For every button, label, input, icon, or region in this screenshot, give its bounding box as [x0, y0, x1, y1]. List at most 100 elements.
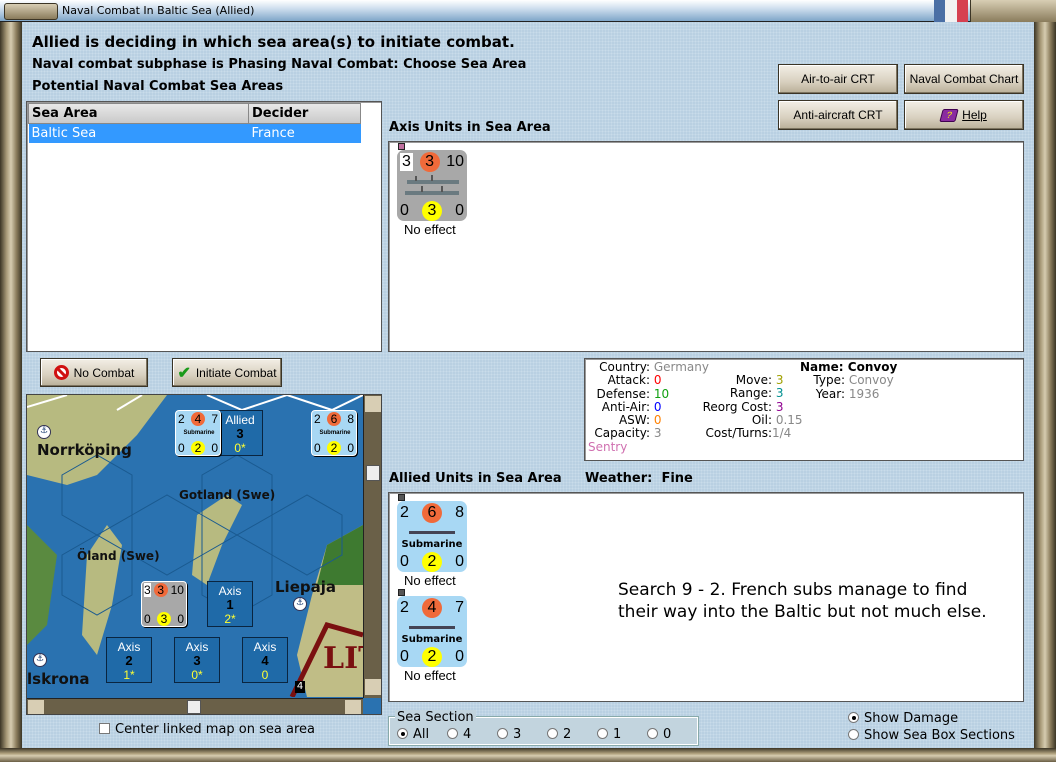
sea-section-radio-4[interactable]: 4 — [447, 727, 497, 742]
vertical-scroll-thumb[interactable] — [366, 465, 380, 481]
scroll-up-arrow-icon[interactable] — [365, 396, 381, 412]
sea-box-allied-3[interactable]: Allied 3 0* — [217, 410, 263, 456]
window-close-button[interactable] — [970, 0, 1056, 22]
show-damage-radio[interactable]: Show Damage — [848, 711, 958, 726]
sea-section-radio-1[interactable]: 1 — [597, 727, 647, 742]
window-frame-left — [0, 0, 22, 762]
info-year: 1936 — [848, 386, 880, 401]
sea-section-radio-0[interactable]: 0 — [647, 727, 697, 742]
title-bar[interactable]: Naval Combat In Baltic Sea (Allied) — [0, 0, 1056, 22]
allied-submarine-counter[interactable]: 247 Submarine 020 — [397, 596, 467, 667]
map-vertical-scrollbar[interactable] — [363, 395, 381, 698]
info-capacity: 3 — [653, 426, 662, 441]
window-frame-right — [1034, 0, 1056, 762]
info-attack: 0 — [653, 373, 662, 388]
axis-convoy-counter[interactable]: 3 3 10 030 — [397, 150, 467, 221]
air-to-air-crt-button[interactable]: Air-to-air CRT — [778, 64, 898, 94]
column-header-sea-area[interactable]: Sea Area — [28, 103, 249, 124]
map-submarine-counter[interactable]: 247 Submarine 020 — [175, 410, 221, 456]
scroll-right-arrow-icon[interactable] — [345, 700, 361, 714]
window-frame-bottom — [0, 748, 1056, 762]
checkbox-icon — [99, 723, 110, 734]
anti-aircraft-crt-button[interactable]: Anti-aircraft CRT — [778, 100, 898, 130]
port-anchor-icon: ⚓ — [33, 653, 47, 667]
submarine-icon — [409, 626, 455, 629]
map-label-gotland: Gotland (Swe) — [179, 488, 276, 502]
scroll-left-arrow-icon[interactable] — [28, 700, 44, 714]
combat-result: No effect — [404, 222, 456, 237]
no-combat-label: No Combat — [73, 365, 135, 380]
horizontal-scroll-thumb[interactable] — [187, 700, 201, 714]
table-row[interactable]: Baltic Sea France — [28, 123, 361, 143]
map-label-liepaja: Liepaja — [275, 578, 336, 596]
map-label-oland: Öland (Swe) — [77, 549, 160, 563]
center-map-checkbox[interactable]: Center linked map on sea area — [99, 722, 315, 737]
linked-map[interactable]: Norrköping Gotland (Swe) Öland (Swe) Lie… — [26, 394, 382, 715]
no-combat-button[interactable]: No Combat — [40, 358, 148, 387]
window-title: Naval Combat In Baltic Sea (Allied) — [62, 4, 255, 17]
window-menu-button[interactable] — [4, 3, 58, 20]
allied-units-heading: Allied Units in Sea Area — [389, 471, 562, 486]
initiate-combat-button[interactable]: ✔ Initiate Combat — [172, 358, 282, 387]
help-label: Help — [962, 108, 987, 122]
info-move: 3 — [775, 373, 784, 387]
port-anchor-icon: ⚓ — [37, 425, 51, 439]
map-submarine-counter[interactable]: 268 Submarine 020 — [311, 410, 357, 456]
help-book-icon: ? — [939, 108, 959, 122]
sea-section-radio-all[interactable]: All — [397, 727, 447, 742]
sea-box-axis-1[interactable]: Axis 1 2* — [207, 581, 253, 627]
annotation-comment: Search 9 - 2. French subs manage to find… — [618, 580, 987, 622]
sea-box-axis-2[interactable]: Axis 2 1* — [106, 637, 152, 683]
info-defense: 10 — [653, 386, 670, 401]
france-flag-icon — [934, 0, 968, 22]
allied-submarine-counter[interactable]: 268 Submarine 020 — [397, 501, 467, 572]
info-oil: 0.15 — [775, 412, 803, 427]
subphase-text: Naval combat subphase is Phasing Naval C… — [32, 57, 527, 72]
weather-label: Weather: Fine — [585, 471, 693, 486]
axis-units-heading: Axis Units in Sea Area — [389, 120, 551, 135]
sea-areas-heading: Potential Naval Combat Sea Areas — [32, 79, 284, 94]
unit-info-col2: Move: 3 Range: 3 Reorg Cost: 3 Oil: 0.15… — [702, 373, 803, 441]
sea-section-options: All 4 3 2 1 0 — [397, 727, 697, 742]
sea-box-axis-3[interactable]: Axis 3 0* — [174, 637, 220, 683]
decider-cell: France — [251, 126, 295, 141]
info-country: Germany — [653, 360, 709, 374]
convoy-ships-icon — [405, 175, 459, 195]
naval-combat-chart-button[interactable]: Naval Combat Chart — [904, 64, 1024, 94]
unit-marker-icon — [398, 143, 405, 150]
counter-attack: 3 — [400, 153, 413, 171]
map-convoy-counter[interactable]: 3 3 10 030 — [141, 581, 187, 627]
counter-move: 10 — [446, 153, 464, 170]
sea-area-table: Sea Area Decider Baltic Sea France — [26, 101, 382, 352]
weather-value: Fine — [661, 471, 693, 486]
sea-section-radio-3[interactable]: 3 — [497, 727, 547, 742]
unit-marker-icon — [398, 494, 405, 501]
scroll-down-arrow-icon[interactable] — [365, 679, 381, 695]
info-name: Convoy — [847, 360, 898, 374]
info-range: 3 — [775, 386, 784, 401]
info-type: Convoy — [848, 373, 894, 388]
checkmark-icon: ✔ — [177, 364, 191, 382]
sea-box-axis-4[interactable]: Axis 4 0 — [242, 637, 288, 683]
counter-asw: 0 — [455, 202, 464, 219]
axis-units-panel — [388, 141, 1024, 352]
map-label-karlskrona: lskrona — [27, 670, 90, 688]
unit-name: Submarine — [401, 634, 463, 645]
unit-marker-icon — [398, 589, 405, 596]
help-button[interactable]: ? Help — [904, 100, 1024, 130]
info-reorg: 3 — [775, 399, 784, 414]
headline: Allied is deciding in which sea area(s) … — [32, 33, 515, 51]
map-horizontal-scrollbar[interactable] — [27, 698, 363, 714]
sea-area-cell: Baltic Sea — [31, 126, 97, 141]
stack-count: 4 — [295, 681, 305, 693]
column-header-decider[interactable]: Decider — [248, 103, 361, 124]
info-cost: 1/4 — [772, 426, 792, 441]
counter-capacity: 3 — [422, 201, 442, 221]
submarine-icon — [409, 531, 455, 534]
sea-section-label: Sea Section — [395, 710, 476, 725]
counter-aa: 0 — [400, 202, 409, 219]
info-status: Sentry — [588, 439, 628, 454]
no-entry-icon — [53, 365, 69, 380]
sea-section-radio-2[interactable]: 2 — [547, 727, 597, 742]
show-sea-box-sections-radio[interactable]: Show Sea Box Sections — [848, 728, 1015, 743]
